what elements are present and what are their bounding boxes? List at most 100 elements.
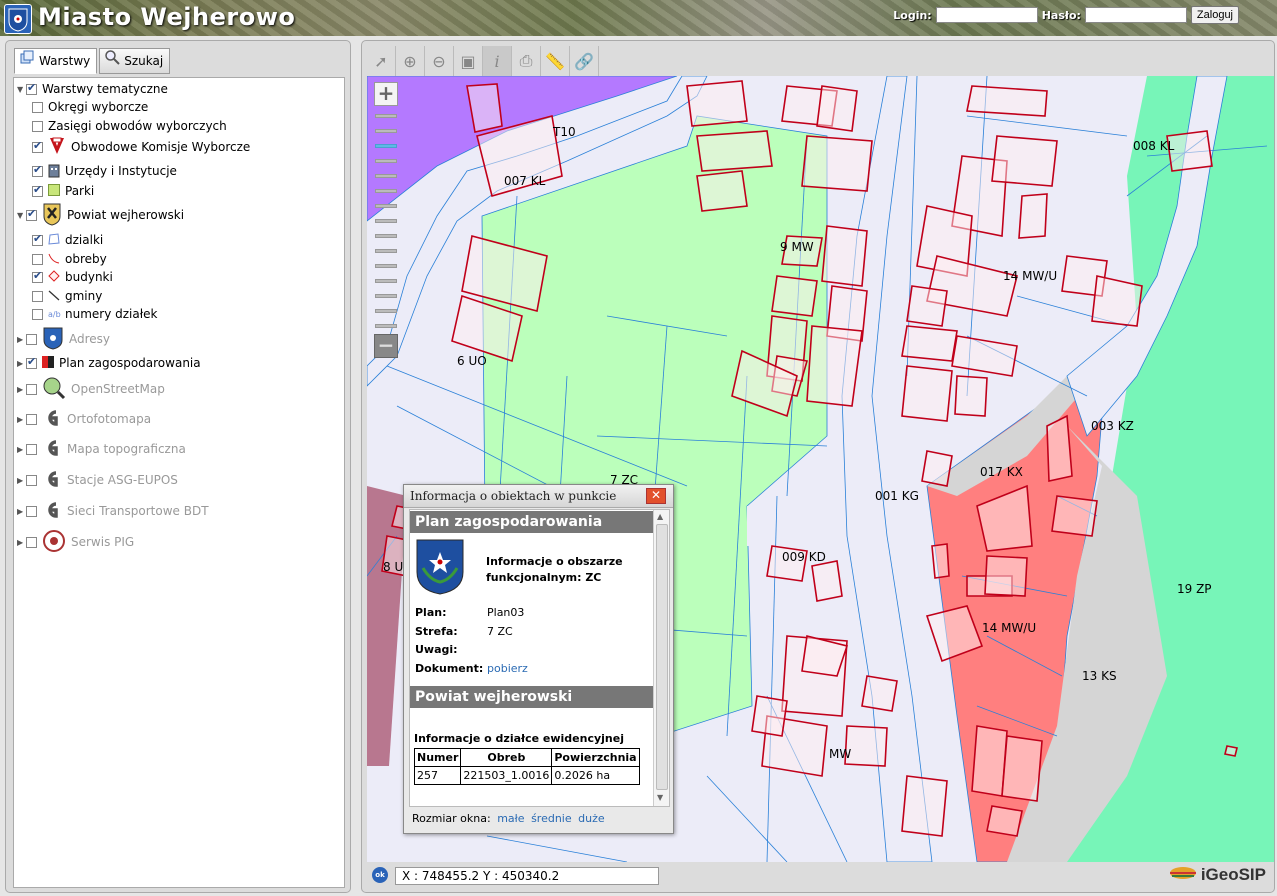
info-popup[interactable]: Informacja o obiektach w punkcie ✕ Plan … <box>403 484 674 834</box>
zoom-out-button[interactable]: − <box>374 334 398 358</box>
brand-name: iGeoSIP <box>1200 865 1266 884</box>
expand-arrow-icon[interactable]: ▼ <box>17 85 25 94</box>
layer-checkbox[interactable] <box>26 383 37 395</box>
zoom-level-bar[interactable] <box>375 249 397 253</box>
layer-adresy[interactable]: ▶ Adresy <box>17 326 110 352</box>
layer-checkbox[interactable] <box>26 474 37 486</box>
layer-checkbox[interactable] <box>32 308 43 320</box>
size-medium-link[interactable]: średnie <box>531 812 572 825</box>
popup-scrollbar[interactable]: ▲ ▼ <box>653 510 669 806</box>
zoom-level-bar[interactable] <box>375 204 397 208</box>
layer-checkbox[interactable] <box>26 207 37 221</box>
layer-checkbox[interactable] <box>32 101 43 113</box>
pointer-tool-icon[interactable]: ➚ <box>367 46 396 76</box>
scroll-up-icon[interactable]: ▲ <box>657 512 663 521</box>
tab-layers[interactable]: Warstwy <box>14 48 98 74</box>
zoom-level-bar[interactable] <box>375 189 397 193</box>
layer-checkbox[interactable] <box>26 413 37 425</box>
zoom-out-tool-icon[interactable]: ⊖ <box>425 46 454 76</box>
zoom-level-bar[interactable] <box>375 159 397 163</box>
layer-pig[interactable]: ▶ Serwis PIG <box>17 529 134 555</box>
collapse-arrow-icon[interactable]: ▶ <box>17 359 25 368</box>
zoom-level-bar-selected[interactable] <box>375 144 397 148</box>
zoom-level-bar[interactable] <box>375 324 397 328</box>
close-icon[interactable]: ✕ <box>646 488 666 504</box>
collapse-arrow-icon[interactable]: ▶ <box>17 385 25 394</box>
layer-parki[interactable]: Parki <box>32 182 94 200</box>
layer-bdt[interactable]: ▶ Sieci Transportowe BDT <box>17 498 209 524</box>
collapse-arrow-icon[interactable]: ▶ <box>17 507 25 516</box>
layer-checkbox[interactable] <box>26 505 37 517</box>
layer-urzedy[interactable]: Urzędy i Instytucje <box>32 162 177 180</box>
login-button[interactable]: Zaloguj <box>1190 6 1239 24</box>
layer-checkbox[interactable] <box>32 269 43 283</box>
collapse-arrow-icon[interactable]: ▶ <box>17 415 25 424</box>
status-bar: ok X : 748455.2 Y : 450340.2 iGeoSIP <box>367 864 1272 888</box>
collapse-arrow-icon[interactable]: ▶ <box>17 538 25 547</box>
zoom-in-tool-icon[interactable]: ⊕ <box>396 46 425 76</box>
layer-checkbox[interactable] <box>26 333 37 345</box>
zoom-level-bar[interactable] <box>375 234 397 238</box>
layer-obreby[interactable]: obreby <box>32 250 107 268</box>
layer-komisje[interactable]: Obwodowe Komisje Wyborcze <box>32 137 250 157</box>
link-tool-icon[interactable]: 🔗 <box>570 46 599 76</box>
zoom-level-bar[interactable] <box>375 309 397 313</box>
zoom-level-bar[interactable] <box>375 174 397 178</box>
expand-arrow-icon[interactable]: ▼ <box>17 211 25 220</box>
layer-numery[interactable]: a/b numery działek <box>32 305 157 323</box>
layer-group-thematic[interactable]: ▼ Warstwy tematyczne <box>17 80 168 98</box>
layer-checkbox[interactable] <box>32 253 43 265</box>
layer-topografia[interactable]: ▶ Mapa topograficzna <box>17 436 186 462</box>
layer-checkbox[interactable] <box>26 536 37 548</box>
password-input[interactable] <box>1084 7 1187 23</box>
print-tool-icon[interactable]: ⎙ <box>512 46 541 76</box>
zoom-extent-tool-icon[interactable]: ▣ <box>454 46 483 76</box>
layer-checkbox[interactable] <box>32 120 43 132</box>
download-link[interactable]: pobierz <box>487 662 528 675</box>
ok-icon[interactable]: ok <box>372 867 388 883</box>
layer-plan[interactable]: ▶ Plan zagospodarowania <box>17 354 201 372</box>
layer-dzialki[interactable]: dzialki <box>32 231 103 249</box>
map-label-14mwu: 14 MW/U <box>1003 269 1058 283</box>
size-large-link[interactable]: duże <box>578 812 605 825</box>
popup-titlebar[interactable]: Informacja o obiektach w punkcie ✕ <box>404 485 673 508</box>
layer-checkbox[interactable] <box>26 81 37 95</box>
zoom-level-bar[interactable] <box>375 294 397 298</box>
layer-ortofotomapa[interactable]: ▶ Ortofotomapa <box>17 406 151 432</box>
layer-checkbox[interactable] <box>32 183 43 197</box>
layer-zasiegi[interactable]: Zasięgi obwodów wyborczych <box>32 117 227 135</box>
layer-checkbox[interactable] <box>26 355 37 369</box>
layer-checkbox[interactable] <box>32 290 43 302</box>
zoom-level-bar[interactable] <box>375 219 397 223</box>
layer-budynki[interactable]: budynki <box>32 268 113 286</box>
zoom-in-button[interactable]: + <box>374 82 398 106</box>
layer-okregi[interactable]: Okręgi wyborcze <box>32 98 148 116</box>
zoom-level-bar[interactable] <box>375 279 397 283</box>
coordinates-readout: X : 748455.2 Y : 450340.2 <box>395 867 659 885</box>
zoom-level-bar[interactable] <box>375 129 397 133</box>
layer-asg-eupos[interactable]: ▶ Stacje ASG-EUPOS <box>17 467 178 493</box>
login-input[interactable] <box>935 7 1038 23</box>
magnifier-icon <box>104 49 120 73</box>
column-header: Numer <box>413 748 462 767</box>
layer-label: Urzędy i Instytucje <box>65 164 177 178</box>
collapse-arrow-icon[interactable]: ▶ <box>17 445 25 454</box>
scroll-thumb[interactable] <box>656 524 668 790</box>
parcel-table: Numer Obreb Powierzchnia 257 221503_1.00… <box>413 748 640 785</box>
layer-checkbox[interactable] <box>32 232 43 246</box>
layer-gminy[interactable]: gminy <box>32 287 102 305</box>
layer-checkbox[interactable] <box>26 443 37 455</box>
info-tool-icon[interactable]: i <box>483 46 512 76</box>
size-small-link[interactable]: małe <box>497 812 524 825</box>
layer-checkbox[interactable] <box>32 163 43 177</box>
zoom-level-bar[interactable] <box>375 114 397 118</box>
tab-search[interactable]: Szukaj <box>99 48 171 74</box>
measure-tool-icon[interactable]: 📏 <box>541 46 570 76</box>
collapse-arrow-icon[interactable]: ▶ <box>17 476 25 485</box>
layer-osm[interactable]: ▶ OpenStreetMap <box>17 376 165 402</box>
collapse-arrow-icon[interactable]: ▶ <box>17 335 25 344</box>
layer-checkbox[interactable] <box>32 139 43 153</box>
layer-group-powiat[interactable]: ▼ Powiat wejherowski <box>17 202 184 228</box>
scroll-down-icon[interactable]: ▼ <box>657 793 663 802</box>
zoom-level-bar[interactable] <box>375 264 397 268</box>
